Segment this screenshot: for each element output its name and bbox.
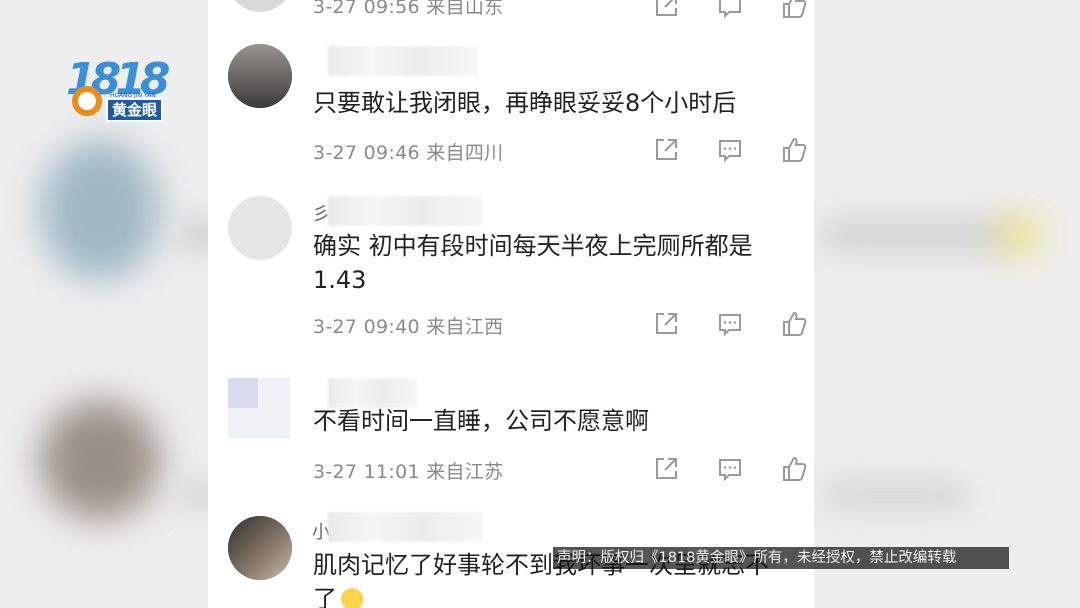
logo-ring	[72, 86, 102, 116]
comment-text: 只要敢让我闭眼，再睁眼妥妥8个小时后	[313, 89, 737, 117]
comment-text: 不看时间一直睡，公司不愿意啊	[313, 407, 649, 435]
comment-icon	[719, 459, 741, 482]
avatar[interactable]	[228, 44, 292, 108]
avatar[interactable]	[228, 516, 292, 580]
avatar[interactable]	[228, 196, 292, 260]
avatar-photo	[228, 516, 292, 580]
comment-text: 确实 初中有段时间每天半夜上完厕所都是1.43	[313, 232, 753, 294]
username-blurred	[328, 196, 483, 226]
like-button[interactable]	[762, 454, 814, 484]
comment-meta: 3-27 09:56 来自山东	[313, 0, 504, 18]
comment-button[interactable]	[698, 309, 762, 339]
comment-actions	[634, 454, 814, 484]
comment-button[interactable]	[698, 135, 762, 165]
comment-button[interactable]	[698, 454, 762, 484]
like-button[interactable]	[762, 309, 814, 339]
copyright-notice: 声明：版权归《1818黄金眼》所有，未经授权，禁止改编转载	[553, 547, 1009, 569]
comment-icon	[719, 314, 741, 337]
like-button[interactable]	[762, 0, 814, 21]
blurred-emoji-bg	[1000, 215, 1040, 255]
emoji-icon	[341, 588, 363, 608]
comment-actions	[634, 0, 814, 21]
logo-brand-tag: 黄金眼	[106, 98, 164, 122]
comment-icon	[719, 0, 741, 19]
share-button[interactable]	[634, 135, 698, 165]
username-blurred	[328, 46, 478, 76]
blurred-band-right-2	[820, 478, 970, 512]
blurred-avatar-bg-1	[40, 140, 160, 280]
comment-meta: 3-27 11:01 来自江苏	[313, 461, 504, 483]
avatar-photo	[228, 378, 258, 408]
share-icon	[656, 0, 677, 16]
comment-list[interactable]: 3-27 09:56 来自山东 只要敢让我闭眼，再睁眼妥妥8个小时后 3-27 …	[208, 0, 814, 608]
avatar[interactable]	[228, 0, 292, 12]
comment-button[interactable]	[698, 0, 762, 21]
blurred-avatar-bg-2	[40, 400, 160, 520]
share-button[interactable]	[634, 454, 698, 484]
share-button[interactable]	[634, 0, 698, 21]
thumbs-up-icon	[783, 137, 807, 162]
brand-logo: 1818 HUANG JIN YAN 黄金眼	[66, 54, 176, 124]
comment-actions	[634, 309, 814, 339]
comment-icon	[719, 140, 741, 163]
blurred-band-right-1	[820, 215, 1020, 255]
share-icon	[656, 458, 677, 479]
comment-meta: 3-27 09:46 来自四川	[313, 142, 504, 164]
comment-actions	[634, 135, 814, 165]
avatar-photo	[228, 44, 292, 108]
thumbs-up-icon	[783, 456, 807, 481]
share-icon	[656, 313, 677, 334]
thumbs-up-icon	[783, 311, 807, 336]
comment-meta: 3-27 09:40 来自江西	[313, 316, 504, 338]
share-button[interactable]	[634, 309, 698, 339]
like-button[interactable]	[762, 135, 814, 165]
thumbs-up-icon	[783, 0, 807, 18]
avatar[interactable]	[228, 378, 290, 438]
share-icon	[656, 139, 677, 160]
username-blurred	[328, 512, 483, 542]
